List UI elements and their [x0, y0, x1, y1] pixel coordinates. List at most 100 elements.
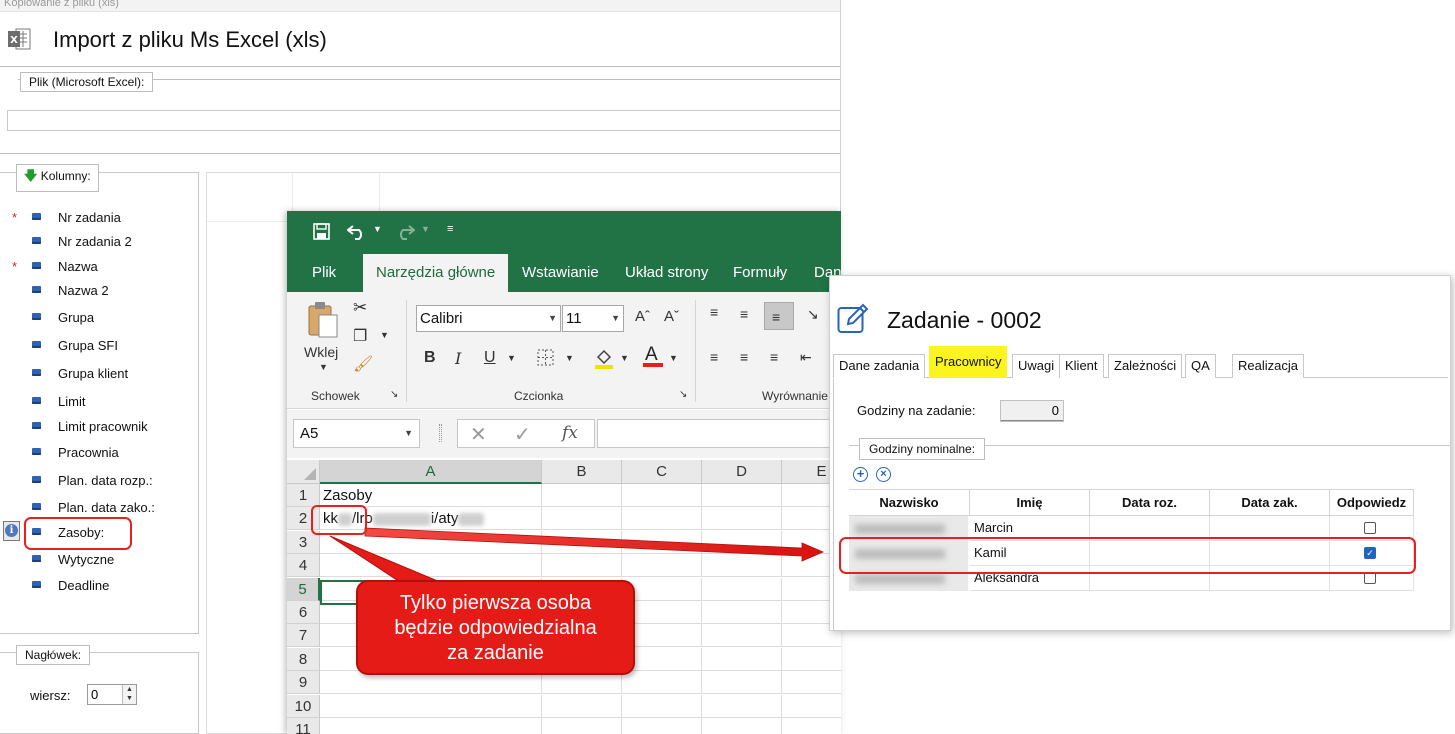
column-item[interactable]: * Nr zadania	[0, 209, 198, 227]
column-item[interactable]: Plan. data zako.:	[0, 499, 198, 517]
cell[interactable]	[320, 718, 542, 734]
copy-icon[interactable]: ❐	[353, 326, 367, 346]
increase-font-icon[interactable]: Aˆ	[635, 308, 650, 325]
cell[interactable]	[542, 554, 622, 578]
cell[interactable]	[782, 671, 841, 695]
decrease-indent-icon[interactable]: ⇤	[800, 349, 812, 366]
formula-bar-grip[interactable]	[439, 424, 442, 442]
row-header[interactable]: 11	[287, 718, 320, 734]
tab-insert[interactable]: Wstawianie	[522, 254, 599, 292]
cell-a1[interactable]: Zasoby	[320, 484, 542, 507]
cell[interactable]	[622, 718, 702, 734]
font-size-select[interactable]: 11 ▼	[562, 305, 624, 332]
row-header[interactable]: 6	[287, 601, 320, 624]
column-item[interactable]: Grupa klient	[0, 365, 198, 383]
column-item[interactable]: Wytyczne	[0, 551, 198, 569]
cell[interactable]	[782, 695, 841, 718]
font-color-dropdown-icon[interactable]: ▼	[669, 353, 678, 363]
font-launcher-icon[interactable]: ↘	[679, 389, 687, 400]
row-spin-buttons[interactable]: ▲ ▼	[122, 685, 136, 704]
borders-dropdown-icon[interactable]: ▼	[565, 353, 574, 363]
cell[interactable]	[702, 554, 782, 578]
align-middle-icon[interactable]: ≡	[740, 306, 748, 322]
tab-qa[interactable]: QA	[1185, 354, 1216, 378]
fill-dropdown-icon[interactable]: ▼	[620, 353, 629, 363]
align-left-icon[interactable]: ≡	[710, 349, 718, 365]
column-header-c[interactable]: C	[622, 460, 702, 484]
column-item[interactable]: Limit	[0, 393, 198, 411]
format-painter-icon[interactable]: 🖌	[353, 354, 373, 374]
column-item[interactable]: Grupa SFI	[0, 337, 198, 355]
align-center-icon[interactable]: ≡	[740, 349, 748, 365]
cell[interactable]	[622, 694, 702, 718]
info-icon[interactable]: i	[3, 521, 20, 541]
cell[interactable]	[320, 554, 542, 578]
column-item[interactable]: Nazwa 2	[0, 282, 198, 300]
column-header-d[interactable]: D	[702, 460, 782, 484]
cell[interactable]	[702, 530, 782, 554]
row-header[interactable]: 7	[287, 624, 320, 648]
underline-dropdown-icon[interactable]: ▼	[507, 353, 516, 363]
cell[interactable]	[622, 554, 702, 578]
column-item[interactable]: Plan. data rozp.:	[0, 472, 198, 490]
column-item[interactable]: Grupa	[0, 309, 198, 327]
orientation-icon[interactable]: ↘	[807, 306, 819, 323]
row-stepper[interactable]: 0 ▲ ▼	[87, 684, 137, 705]
cell[interactable]	[622, 530, 702, 554]
tab-file[interactable]: Plik	[312, 254, 336, 292]
cell[interactable]	[542, 718, 622, 734]
cell[interactable]	[702, 624, 782, 648]
tab-dependencies[interactable]: Zależności	[1108, 354, 1183, 378]
borders-icon[interactable]	[537, 349, 554, 366]
column-header-a[interactable]: A	[320, 460, 542, 484]
align-top-icon[interactable]: ≡	[710, 304, 718, 320]
align-bottom-button[interactable]: ≡	[764, 302, 794, 330]
fill-color-icon[interactable]	[594, 347, 614, 369]
bold-button[interactable]: B	[424, 349, 436, 367]
cell[interactable]	[702, 601, 782, 624]
col-header-last-name[interactable]: Nazwisko	[849, 489, 970, 516]
tab-task-details[interactable]: Dane zadania	[833, 354, 926, 378]
redo-dropdown-icon[interactable]: ▼	[421, 224, 430, 234]
file-path-input[interactable]	[7, 110, 840, 131]
col-header-first-name[interactable]: Imię	[970, 489, 1090, 516]
row-header[interactable]: 4	[287, 554, 320, 578]
col-header-responsible[interactable]: Odpowiedz	[1330, 489, 1414, 516]
column-header-b[interactable]: B	[542, 460, 622, 484]
undo-dropdown-icon[interactable]: ▼	[373, 224, 382, 234]
cell[interactable]	[702, 671, 782, 695]
cell[interactable]	[622, 671, 702, 695]
row-header[interactable]: 1	[287, 484, 320, 507]
tab-home[interactable]: Narzędzia główne	[363, 254, 509, 292]
cell[interactable]	[542, 694, 622, 718]
column-item[interactable]: * Nazwa	[0, 258, 198, 276]
paste-label[interactable]: Wklej	[304, 344, 338, 360]
cell[interactable]	[542, 507, 622, 531]
align-right-icon[interactable]: ≡	[770, 349, 778, 365]
save-icon[interactable]	[313, 223, 330, 240]
row-header[interactable]: 5	[287, 577, 320, 601]
redo-icon[interactable]	[395, 224, 415, 240]
tab-employees[interactable]: Pracownicy	[929, 346, 1008, 378]
clipboard-launcher-icon[interactable]: ↘	[390, 389, 398, 400]
paste-dropdown-icon[interactable]: ▼	[319, 362, 328, 372]
add-icon[interactable]: +	[853, 467, 868, 482]
font-color-icon[interactable]: A	[643, 344, 663, 368]
paste-icon[interactable]	[307, 301, 339, 339]
responsible-checkbox[interactable]	[1364, 522, 1376, 534]
column-item[interactable]: Pracownia	[0, 444, 198, 462]
spin-up-icon[interactable]: ▲	[123, 685, 136, 694]
spin-down-icon[interactable]: ▼	[123, 694, 136, 703]
cell[interactable]	[542, 484, 622, 507]
cell[interactable]	[702, 577, 782, 601]
cell[interactable]	[542, 530, 622, 554]
cell[interactable]	[702, 507, 782, 531]
row-header[interactable]: 10	[287, 694, 320, 718]
column-item[interactable]: Nr zadania 2	[0, 233, 198, 251]
name-box[interactable]: A5 ▼	[293, 419, 420, 448]
cell[interactable]	[782, 648, 841, 671]
cell[interactable]	[782, 718, 841, 734]
underline-button[interactable]: U	[484, 349, 496, 367]
row-header[interactable]: 8	[287, 647, 320, 671]
cell[interactable]	[622, 484, 702, 507]
